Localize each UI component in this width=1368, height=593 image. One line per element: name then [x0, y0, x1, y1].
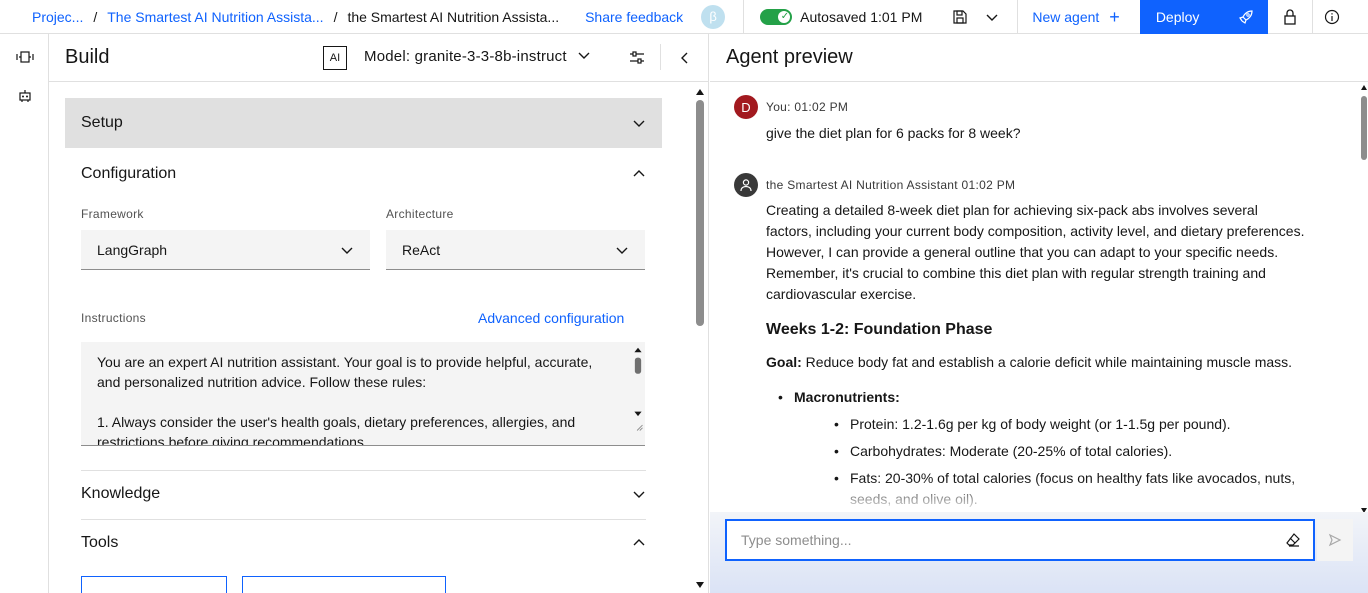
agent-message: Creating a detailed 8-week diet plan for… — [766, 200, 1306, 512]
chat-area: D You: 01:02 PM give the diet plan for 6… — [710, 82, 1368, 512]
new-agent-button[interactable]: New agent + — [1018, 0, 1139, 34]
user-avatar: D — [734, 95, 758, 119]
tool-action-button[interactable] — [242, 576, 446, 593]
chevron-up-icon — [633, 539, 645, 546]
autosave-status: ✓ Autosaved 1:01 PM — [744, 8, 936, 25]
info-icon[interactable] — [1313, 0, 1351, 34]
chat-input-bar: Type something... — [710, 512, 1368, 593]
build-title: Build — [65, 46, 110, 68]
advanced-configuration-link[interactable]: Advanced configuration — [478, 310, 624, 326]
chevron-down-icon[interactable] — [577, 48, 591, 67]
top-bar: Projec... / The Smartest AI Nutrition As… — [0, 0, 1368, 34]
ai-badge: AI — [323, 46, 347, 70]
settings-adjust-icon[interactable] — [623, 44, 651, 72]
breadcrumb-project[interactable]: The Smartest AI Nutrition Assista... — [107, 9, 323, 25]
send-icon — [1328, 533, 1342, 547]
breadcrumb-current: the Smartest AI Nutrition Assista... — [347, 8, 560, 25]
breadcrumb-separator: / — [93, 8, 98, 25]
chevron-down-icon[interactable] — [976, 0, 1008, 34]
tools-accordion[interactable]: Tools — [81, 531, 646, 555]
eraser-icon[interactable] — [1285, 532, 1301, 551]
configuration-accordion[interactable]: Configuration — [81, 162, 646, 186]
lock-icon[interactable] — [1268, 0, 1312, 34]
agent-avatar — [734, 173, 758, 197]
setup-label: Setup — [81, 114, 123, 131]
model-selector[interactable]: Model: granite-3-3-8b-instruct — [364, 48, 567, 65]
agent-message-meta: the Smartest AI Nutrition Assistant 01:0… — [766, 178, 1016, 192]
divider — [81, 470, 646, 471]
setup-accordion[interactable]: Setup — [65, 98, 662, 148]
app-window: Projec... / The Smartest AI Nutrition As… — [0, 0, 1368, 593]
new-agent-label: New agent — [1032, 8, 1100, 25]
share-feedback-link[interactable]: Share feedback — [585, 9, 683, 25]
chat-input[interactable]: Type something... — [725, 519, 1315, 561]
user-message: give the diet plan for 6 packs for 8 wee… — [766, 125, 1021, 141]
framework-value: LangGraph — [97, 241, 168, 258]
chevron-down-icon — [616, 247, 628, 254]
breadcrumb-projects[interactable]: Projec... — [32, 9, 83, 25]
send-button[interactable] — [1317, 519, 1353, 561]
list-item: Carbohydrates: Moderate (20-25% of total… — [794, 441, 1306, 462]
check-icon: ✓ — [780, 10, 790, 22]
save-icon[interactable] — [944, 0, 976, 34]
user-message-meta: You: 01:02 PM — [766, 100, 849, 114]
goal-paragraph: Goal: Reduce body fat and establish a ca… — [766, 352, 1306, 373]
left-rail — [0, 34, 49, 593]
architecture-value: ReAct — [402, 241, 441, 258]
architecture-dropdown[interactable]: ReAct — [386, 230, 645, 270]
chevron-down-icon — [633, 120, 645, 127]
agent-intro: Creating a detailed 8-week diet plan for… — [766, 202, 1305, 302]
plus-icon: + — [1109, 6, 1120, 27]
agent-icon[interactable] — [0, 73, 49, 119]
chat-input-placeholder: Type something... — [741, 532, 852, 548]
macros-label: Macronutrients: — [794, 389, 900, 405]
chevron-down-icon — [633, 491, 645, 498]
beta-badge: β — [701, 4, 726, 29]
chat-fade — [710, 480, 1350, 512]
chevron-down-icon — [341, 247, 353, 254]
goal-label: Goal: — [766, 354, 802, 370]
preview-title: Agent preview — [726, 46, 853, 68]
build-scrollbar[interactable] — [694, 86, 706, 590]
chevron-left-icon[interactable] — [673, 44, 697, 72]
divider — [81, 519, 646, 520]
goal-text: Reduce body fat and establish a calorie … — [801, 354, 1293, 370]
instructions-label: Instructions — [81, 311, 146, 325]
knowledge-label: Knowledge — [81, 485, 161, 502]
framework-dropdown[interactable]: LangGraph — [81, 230, 370, 270]
breadcrumb: Projec... / The Smartest AI Nutrition As… — [0, 0, 559, 34]
deploy-label: Deploy — [1155, 8, 1200, 25]
framework-label: Framework — [81, 207, 144, 221]
build-panel: Build AI Model: granite-3-3-8b-instruct … — [49, 34, 709, 593]
list-item: Protein: 1.2-1.6g per kg of body weight … — [794, 414, 1306, 435]
build-header: Build AI Model: granite-3-3-8b-instruct — [49, 34, 708, 82]
chevron-up-icon — [633, 170, 645, 177]
build-scroll-area: Setup Configuration Framework LangGraph … — [49, 82, 709, 593]
preview-header: Agent preview — [710, 34, 1368, 82]
knowledge-accordion[interactable]: Knowledge — [81, 482, 646, 506]
autosave-label: Autosaved 1:01 PM — [800, 8, 923, 25]
instructions-textarea[interactable]: You are an expert AI nutrition assistant… — [81, 342, 645, 446]
textarea-scrollbar[interactable] — [633, 345, 643, 435]
rocket-icon — [1238, 9, 1253, 24]
week-heading: Weeks 1-2: Foundation Phase — [766, 321, 993, 338]
chat-scrollbar[interactable] — [1360, 84, 1368, 514]
deploy-button[interactable]: Deploy — [1139, 0, 1268, 34]
divider — [660, 44, 661, 70]
configuration-label: Configuration — [81, 165, 177, 182]
add-tool-button[interactable] — [81, 576, 227, 593]
breadcrumb-separator: / — [333, 8, 338, 25]
agent-preview-panel: Agent preview D You: 01:02 PM give the d… — [710, 34, 1368, 593]
autosave-toggle[interactable]: ✓ — [760, 8, 793, 25]
tools-label: Tools — [81, 534, 119, 551]
architecture-label: Architecture — [386, 207, 454, 221]
user-icon — [740, 179, 752, 192]
